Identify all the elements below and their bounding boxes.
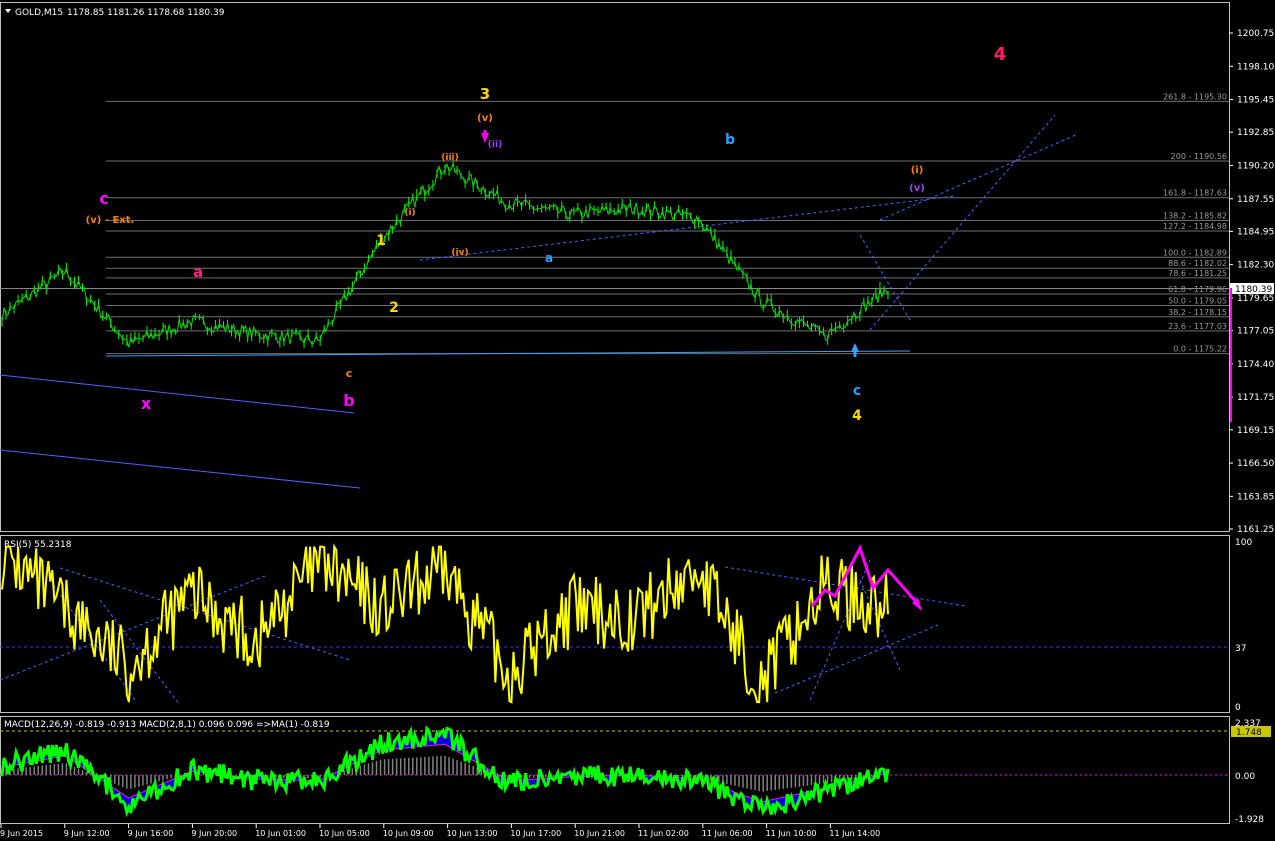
time-tick-label: 9 Jun 12:00 xyxy=(64,829,110,838)
price-tick-label: 1169.15 xyxy=(1237,426,1274,436)
wave-label: a xyxy=(193,263,203,281)
price-tick-label: 1182.30 xyxy=(1237,261,1274,271)
fib-level-label: 38.2 - 1178.15 xyxy=(1168,308,1227,317)
trading-chart: GOLD,M15 1178.85 1181.26 1178.68 1180.39… xyxy=(0,2,1274,838)
wave-label: (v) - Ext. xyxy=(86,215,135,226)
main-price-panel[interactable] xyxy=(0,2,1230,532)
fib-level-label: 50.0 - 1179.05 xyxy=(1168,296,1227,305)
price-tick-label: 1192.85 xyxy=(1237,128,1274,138)
price-tick-label: 1195.45 xyxy=(1237,96,1274,106)
time-tick-label: 10 Jun 09:00 xyxy=(383,829,434,838)
macd-scale-zero: 0.00 xyxy=(1235,772,1255,782)
wave-label: b xyxy=(725,132,735,148)
wave-label: c xyxy=(99,189,108,208)
price-tick-label: 1174.40 xyxy=(1237,360,1274,370)
time-tick-label: 9 Jun 16:00 xyxy=(128,829,174,838)
fib-level-label: 127.2 - 1184.98 xyxy=(1163,222,1227,231)
wave-label: (i) xyxy=(404,208,415,218)
wave-label: 3 xyxy=(480,85,490,103)
time-tick-label: 10 Jun 17:00 xyxy=(510,829,561,838)
price-tick-label: 1200.75 xyxy=(1237,29,1274,39)
price-tick-label: 1198.10 xyxy=(1237,62,1274,72)
macd-scale-signal: 1.748 xyxy=(1236,728,1262,738)
fib-level-label: 100.0 - 1182.89 xyxy=(1163,248,1227,257)
current-price-label: 1180.39 xyxy=(1235,285,1272,295)
fib-level-label: 61.8 - 1179.96 xyxy=(1168,285,1227,294)
fib-level-label: 23.6 - 1177.03 xyxy=(1168,322,1227,331)
wave-label: c xyxy=(346,367,353,380)
time-axis: 9 Jun 2015 9 Jun 12:00 9 Jun 16:00 9 Jun 20… xyxy=(0,824,880,838)
price-tick-label: 1177.05 xyxy=(1237,327,1274,337)
price-tick-label: 1184.95 xyxy=(1237,227,1274,237)
time-tick-label: 11 Jun 06:00 xyxy=(702,829,753,838)
fib-level-label: 200 - 1190.56 xyxy=(1171,152,1227,161)
rsi-scale-37: 37 xyxy=(1235,644,1246,654)
time-tick-label: 9 Jun 20:00 xyxy=(191,829,237,838)
fib-level-label: 138.2 - 1185.82 xyxy=(1163,211,1227,220)
wave-label: (v) xyxy=(477,113,493,124)
time-tick-label: 11 Jun 14:00 xyxy=(829,829,880,838)
wave-label: x xyxy=(141,394,152,413)
wave-label: 1 xyxy=(376,233,386,249)
wave-label: b xyxy=(343,391,354,410)
time-tick-label: 10 Jun 21:00 xyxy=(574,829,625,838)
wave-label: 4 xyxy=(852,408,862,424)
price-tick-label: 1179.65 xyxy=(1237,294,1274,304)
wave-label: c xyxy=(853,383,861,399)
price-tick-label: 1161.25 xyxy=(1237,525,1274,535)
macd-scale-min: -1.928 xyxy=(1235,815,1264,825)
fib-level-label: 0.0 - 1175.22 xyxy=(1173,345,1227,354)
price-tick-label: 1166.50 xyxy=(1237,459,1274,469)
wave-label: 2 xyxy=(389,300,399,316)
rsi-scale-0: 0 xyxy=(1235,703,1241,713)
wave-label: (iv) xyxy=(451,248,468,258)
fib-level-label: 261.8 - 1195.30 xyxy=(1163,92,1227,101)
price-axis: 1200.75 1198.10 1195.45 1192.85 1190.20 1187.… xyxy=(1229,29,1274,535)
chart-header: GOLD,M15 1178.85 1181.26 1178.68 1180.39 xyxy=(5,8,225,18)
rsi-title: RSI(5) 55.2318 xyxy=(4,540,72,550)
macd-title: MACD(12,26,9) -0.819 -0.913 MACD(2,8,1) … xyxy=(4,720,330,730)
time-tick-label: 9 Jun 2015 xyxy=(0,829,43,838)
wave-label: (ii) xyxy=(488,140,502,150)
rsi-scale-100: 100 xyxy=(1235,538,1252,548)
time-tick-label: 11 Jun 02:00 xyxy=(638,829,689,838)
macd-panel[interactable] xyxy=(0,716,1230,824)
wave-label: a xyxy=(545,251,553,265)
fib-level-label: 88.6 - 1182.02 xyxy=(1168,259,1227,268)
wave-label: (i) xyxy=(911,165,924,176)
price-tick-label: 1171.75 xyxy=(1237,393,1274,403)
fib-level-label: 78.6 - 1181.25 xyxy=(1168,269,1227,278)
wave-label: (iii) xyxy=(441,153,458,163)
price-tick-label: 1163.85 xyxy=(1237,492,1274,502)
symbol-label: GOLD,M15 xyxy=(15,8,63,18)
wave-label: (v) xyxy=(909,183,925,194)
time-tick-label: 10 Jun 05:00 xyxy=(319,829,370,838)
time-tick-label: 10 Jun 13:00 xyxy=(447,829,498,838)
time-tick-label: 11 Jun 10:00 xyxy=(766,829,817,838)
fib-level-label: 161.8 - 1187.63 xyxy=(1163,189,1227,198)
ohlc-values: 1178.85 1181.26 1178.68 1180.39 xyxy=(67,8,225,18)
price-tick-label: 1187.55 xyxy=(1237,195,1274,205)
price-tick-label: 1190.20 xyxy=(1237,161,1274,171)
wave-label: 4 xyxy=(994,44,1007,65)
time-tick-label: 10 Jun 01:00 xyxy=(255,829,306,838)
